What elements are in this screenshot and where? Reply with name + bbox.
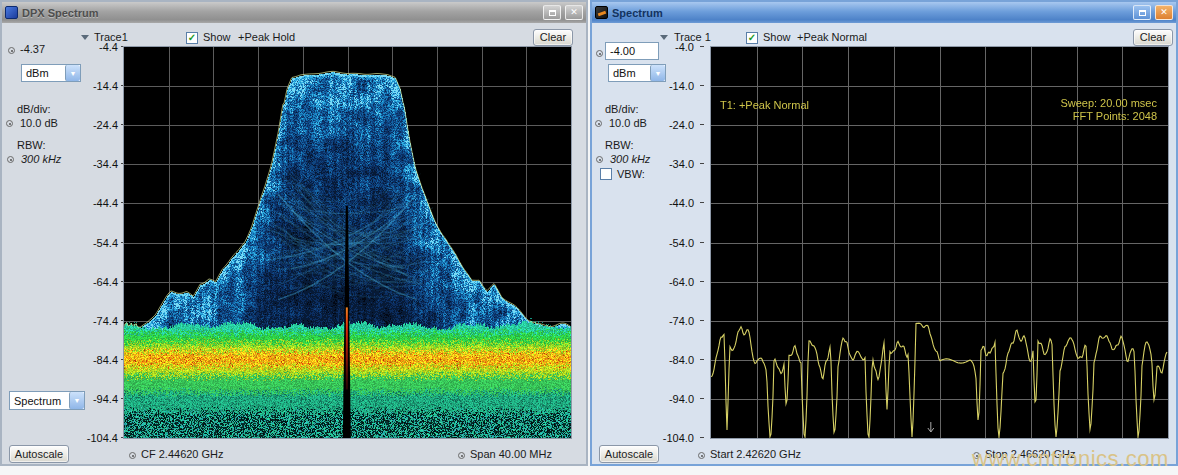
db-div-knob-icon[interactable]: [595, 120, 602, 127]
cf-knob-icon[interactable]: [129, 452, 136, 459]
y-axis-tick: [700, 281, 704, 282]
y-axis-label: -44.4: [58, 197, 118, 209]
vbw-checkbox[interactable]: ✓: [600, 168, 612, 180]
close-button[interactable]: ✕: [1155, 5, 1173, 20]
show-checkbox[interactable]: ✓: [746, 32, 758, 44]
y-axis-label: -84.0: [634, 354, 694, 366]
db-div-value[interactable]: 10.0 dB: [20, 117, 58, 129]
y-axis-label: -54.4: [58, 237, 118, 249]
app-icon-spectrum: [595, 6, 608, 19]
db-div-label: dB/div:: [605, 103, 639, 115]
show-checkbox[interactable]: ✓: [186, 32, 198, 44]
close-button[interactable]: ✕: [565, 5, 583, 20]
watermark: www.cntronics.com: [972, 446, 1169, 472]
restore-button[interactable]: [1133, 5, 1151, 20]
window-title: Spectrum: [612, 7, 1129, 19]
y-axis-label: -74.4: [58, 315, 118, 327]
window-spectrum: Spectrum ✕ Trace 1 ✓ Show +Peak Normal C…: [590, 0, 1178, 466]
span-label[interactable]: Span 40.00 MHz: [470, 448, 552, 460]
y-axis-tick: [700, 359, 704, 360]
ref-level-knob-icon[interactable]: [8, 47, 15, 54]
trace-expander-icon[interactable]: [81, 35, 89, 40]
combo-arrow-icon[interactable]: ▼: [650, 65, 665, 81]
combo-arrow-icon[interactable]: ▼: [65, 65, 80, 81]
autoscale-button[interactable]: Autoscale: [599, 445, 659, 463]
y-axis-label: -104.4: [58, 432, 118, 444]
trace-annotation: T1: +Peak Normal: [720, 99, 809, 111]
y-axis-tick: [700, 163, 704, 164]
dpx-spectrum-chart[interactable]: [123, 46, 572, 439]
trace-expander-icon[interactable]: [660, 35, 668, 40]
y-axis-label: -94.0: [634, 393, 694, 405]
window-title: DPX Spectrum: [22, 7, 539, 19]
y-axis-label: -64.0: [634, 276, 694, 288]
rbw-knob-icon[interactable]: [7, 156, 14, 163]
y-axis-tick: [700, 124, 704, 125]
show-label: Show: [763, 31, 791, 43]
start-label[interactable]: Start 2.42620 GHz: [710, 448, 801, 460]
y-axis-label: -24.0: [634, 119, 694, 131]
db-div-label: dB/div:: [17, 103, 51, 115]
sweep-annotation: Sweep: 20.00 msec: [987, 97, 1157, 109]
y-axis-tick: [700, 320, 704, 321]
y-axis-label: -64.4: [58, 276, 118, 288]
ref-level-knob-icon[interactable]: [596, 50, 603, 57]
show-label: Show: [203, 31, 231, 43]
y-axis-label: -14.4: [58, 80, 118, 92]
rbw-label: RBW:: [605, 139, 634, 151]
clear-button[interactable]: Clear: [533, 29, 573, 46]
y-axis-label: -84.4: [58, 354, 118, 366]
y-axis-tick: [700, 242, 704, 243]
ref-level-value[interactable]: -4.37: [20, 43, 45, 55]
clear-button[interactable]: Clear: [1133, 29, 1173, 46]
start-knob-icon[interactable]: [698, 452, 705, 459]
rbw-label: RBW:: [17, 139, 46, 151]
db-div-knob-icon[interactable]: [6, 120, 13, 127]
rbw-knob-icon[interactable]: [596, 156, 603, 163]
span-knob-icon[interactable]: [458, 452, 465, 459]
titlebar-dpx[interactable]: DPX Spectrum ✕: [2, 2, 586, 23]
y-axis-label: -54.0: [634, 237, 694, 249]
cf-label[interactable]: CF 2.44620 GHz: [141, 448, 224, 460]
y-axis-label: -74.0: [634, 315, 694, 327]
app-icon-dpx: [5, 6, 18, 19]
y-axis-label: -44.0: [634, 197, 694, 209]
y-axis-label: -24.4: [58, 119, 118, 131]
y-axis-label: -94.4: [58, 393, 118, 405]
detector-label[interactable]: +Peak Normal: [797, 31, 867, 43]
y-axis-label: -34.4: [58, 158, 118, 170]
titlebar-spectrum[interactable]: Spectrum ✕: [592, 2, 1176, 23]
fft-annotation: FFT Points: 2048: [987, 110, 1157, 122]
autoscale-button[interactable]: Autoscale: [9, 445, 69, 463]
y-axis-tick: [700, 85, 704, 86]
y-axis-tick: [700, 46, 704, 47]
detector-label[interactable]: +Peak Hold: [238, 31, 295, 43]
window-dpx-spectrum: DPX Spectrum ✕ Trace1 ✓ Show +Peak Hold …: [0, 0, 588, 466]
y-axis-tick: [700, 437, 704, 438]
y-axis-tick: [700, 202, 704, 203]
y-axis-label: -14.0: [634, 80, 694, 92]
y-axis-label: -104.0: [634, 432, 694, 444]
y-axis-label: -34.0: [634, 158, 694, 170]
y-axis-tick: [700, 398, 704, 399]
y-axis-label: -4.4: [58, 41, 118, 53]
restore-button[interactable]: [543, 5, 561, 20]
rbw-value[interactable]: 300 kHz: [21, 153, 61, 165]
y-axis-label: -4.0: [634, 41, 694, 53]
